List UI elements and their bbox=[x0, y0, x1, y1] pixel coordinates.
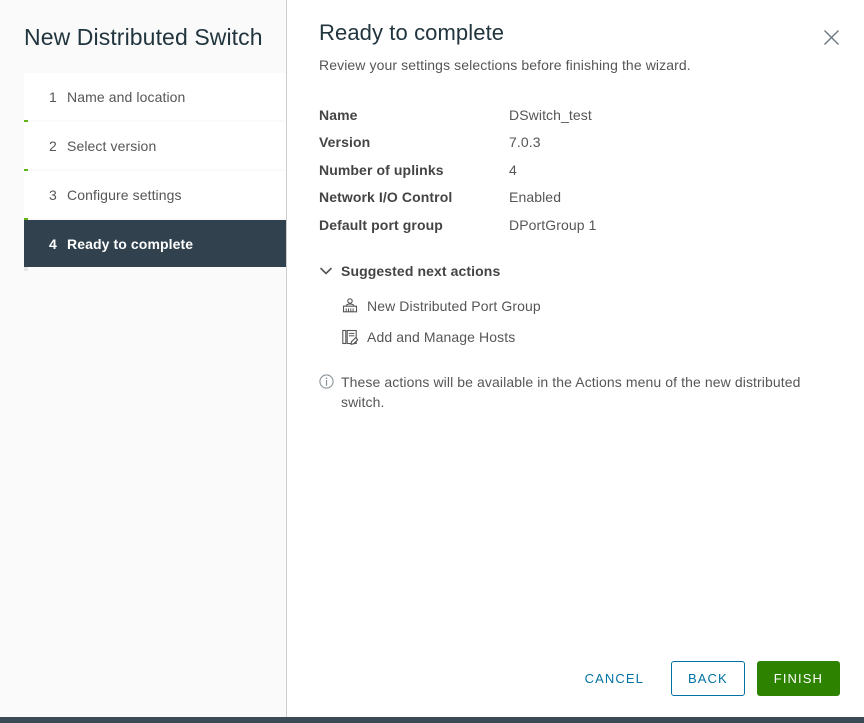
chevron-down-icon bbox=[319, 264, 333, 278]
summary-row-number-of-uplinks: Number of uplinks 4 bbox=[319, 156, 864, 184]
sidebar-step-ready-to-complete[interactable]: 4 Ready to complete bbox=[24, 220, 286, 267]
step-label: Name and location bbox=[67, 89, 185, 105]
wizard-footer: Cancel Back Finish bbox=[568, 661, 840, 696]
info-circle-icon bbox=[319, 374, 334, 389]
sidebar-step-name-and-location[interactable]: 1 Name and location bbox=[24, 73, 286, 120]
summary-key: Default port group bbox=[319, 217, 509, 233]
step-number: 2 bbox=[49, 138, 67, 154]
action-new-distributed-port-group[interactable]: New Distributed Port Group bbox=[340, 291, 864, 322]
cancel-button[interactable]: Cancel bbox=[568, 661, 661, 696]
summary-key: Network I/O Control bbox=[319, 189, 509, 205]
port-group-icon bbox=[340, 297, 359, 316]
step-number: 4 bbox=[49, 236, 67, 252]
summary-row-network-io-control: Network I/O Control Enabled bbox=[319, 184, 864, 212]
summary-row-version: Version 7.0.3 bbox=[319, 129, 864, 157]
page-title: Ready to complete bbox=[319, 18, 864, 48]
action-label: Add and Manage Hosts bbox=[367, 329, 515, 345]
wizard-sidebar: New Distributed Switch 1 Name and locati… bbox=[0, 0, 287, 717]
step-label: Ready to complete bbox=[67, 236, 193, 252]
content-header: Ready to complete Review your settings s… bbox=[287, 0, 864, 73]
suggested-next-actions-section: Suggested next actions bbox=[319, 263, 864, 353]
step-number: 1 bbox=[49, 89, 67, 105]
close-icon[interactable] bbox=[818, 24, 844, 50]
sidebar-step-select-version[interactable]: 2 Select version bbox=[24, 122, 286, 169]
wizard-content: Ready to complete Review your settings s… bbox=[287, 0, 864, 717]
wizard-title: New Distributed Switch bbox=[0, 0, 286, 52]
info-note: These actions will be available in the A… bbox=[319, 372, 819, 412]
summary-value: 7.0.3 bbox=[509, 134, 541, 150]
summary-key: Name bbox=[319, 107, 509, 123]
action-label: New Distributed Port Group bbox=[367, 298, 541, 314]
summary-value: DSwitch_test bbox=[509, 107, 592, 123]
new-distributed-switch-wizard: New Distributed Switch 1 Name and locati… bbox=[0, 0, 864, 717]
finish-button[interactable]: Finish bbox=[757, 661, 840, 696]
page-subtitle: Review your settings selections before f… bbox=[319, 57, 864, 73]
summary-key: Version bbox=[319, 134, 509, 150]
summary-value: Enabled bbox=[509, 189, 561, 205]
summary-row-name: Name DSwitch_test bbox=[319, 101, 864, 129]
step-number: 3 bbox=[49, 187, 67, 203]
summary-value: 4 bbox=[509, 162, 517, 178]
action-add-and-manage-hosts[interactable]: Add and Manage Hosts bbox=[340, 322, 864, 353]
suggested-next-actions-title: Suggested next actions bbox=[341, 263, 500, 279]
info-note-text: These actions will be available in the A… bbox=[341, 372, 819, 412]
add-manage-hosts-icon bbox=[340, 328, 359, 347]
wizard-steps: 1 Name and location 2 Select version 3 C… bbox=[0, 73, 286, 267]
suggested-actions-list: New Distributed Port Group Add and Manag… bbox=[319, 291, 864, 353]
sidebar-step-configure-settings[interactable]: 3 Configure settings bbox=[24, 171, 286, 218]
suggested-next-actions-toggle[interactable]: Suggested next actions bbox=[319, 263, 864, 279]
summary-table: Name DSwitch_test Version 7.0.3 Number o… bbox=[319, 101, 864, 239]
summary-value: DPortGroup 1 bbox=[509, 217, 597, 233]
back-button[interactable]: Back bbox=[671, 661, 745, 696]
step-label: Configure settings bbox=[67, 187, 182, 203]
summary-row-default-port-group: Default port group DPortGroup 1 bbox=[319, 211, 864, 239]
summary-key: Number of uplinks bbox=[319, 162, 509, 178]
step-label: Select version bbox=[67, 138, 156, 154]
